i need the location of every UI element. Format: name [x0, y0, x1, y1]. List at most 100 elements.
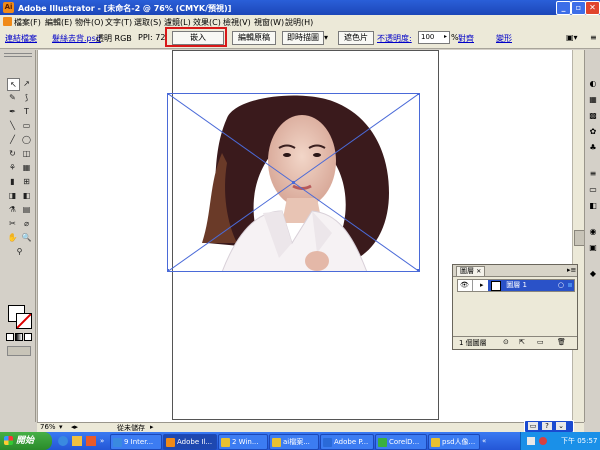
column-graph-tool-icon[interactable]: ▮ [7, 176, 18, 187]
mask-button[interactable]: 遮色片 [338, 31, 374, 45]
stroke-panel-icon[interactable]: ≡ [587, 168, 599, 180]
illustrator-menu-icon[interactable] [3, 17, 12, 26]
restore-button[interactable]: ▫ [571, 1, 586, 15]
quick-launch-ie-icon[interactable] [58, 436, 68, 446]
live-trace-button[interactable]: 即時描圖 [282, 31, 324, 45]
panel-menu-icon[interactable]: ▸≡ [567, 266, 576, 274]
menu-window[interactable]: 視窗(W) [254, 17, 284, 28]
task-illustrator[interactable]: Adobe Il... [163, 434, 217, 450]
appearance-panel-icon[interactable]: ◉ [587, 226, 599, 238]
stroke-swatch[interactable] [16, 313, 32, 329]
swatches-panel-icon[interactable]: ▩ [587, 110, 599, 122]
transform-link[interactable]: 變形 [496, 33, 512, 44]
magic-wand-tool-icon[interactable]: ✎ [7, 92, 18, 103]
slice-tool-icon[interactable]: ⌀ [21, 218, 32, 229]
clock[interactable]: 下午 05:57 [561, 436, 597, 446]
graph-tool-icon[interactable]: ▦ [21, 162, 32, 173]
start-button[interactable]: 開始 [0, 432, 52, 450]
type-tool-icon[interactable]: T [21, 106, 32, 117]
taskbar-overflow-icon[interactable]: « [482, 437, 486, 445]
align-link[interactable]: 對齊 [458, 33, 474, 44]
task-coreldraw[interactable]: CorelD... [375, 434, 427, 450]
placed-portrait-image[interactable] [167, 93, 420, 272]
pen-tool-icon[interactable]: ✒ [7, 106, 18, 117]
blend-tool-icon[interactable]: ◧ [21, 190, 32, 201]
layer-row[interactable]: 👁 ▸ 圖層 1 ○ [457, 279, 575, 292]
lang-help-icon[interactable]: ? [542, 422, 552, 430]
none-mode-icon[interactable] [24, 333, 32, 341]
live-trace-dropdown[interactable]: ▾ [324, 33, 328, 42]
opacity-dropdown-icon[interactable]: ▸ [444, 31, 450, 42]
zoom-tool-icon[interactable]: 🔍 [21, 232, 32, 243]
menu-view[interactable]: 檢視(V) [223, 17, 251, 28]
status-menu-icon[interactable]: ▸ [150, 423, 154, 431]
knife-tool-icon[interactable]: ⚲ [14, 246, 25, 257]
layer-selected-bar[interactable]: 圖層 1 ○ [488, 280, 574, 291]
antivirus-icon[interactable] [539, 437, 547, 445]
minimize-button[interactable]: _ [556, 1, 571, 15]
task-windows-explorer[interactable]: 2 Win... [218, 434, 268, 450]
file-name-link[interactable]: 髮絲去背.psd [52, 33, 101, 44]
prev-artboard-icon[interactable]: ◂▸ [71, 423, 78, 431]
line-tool-icon[interactable]: ╲ [7, 120, 18, 131]
menu-type[interactable]: 文字(T) [105, 17, 132, 28]
task-photoshop[interactable]: Adobe P... [320, 434, 374, 450]
color-panel-icon[interactable]: ◐ [587, 78, 599, 90]
zoom-level[interactable]: 76% [40, 423, 56, 431]
graphic-styles-panel-icon[interactable]: ▣ [587, 242, 599, 254]
quick-launch-folder-icon[interactable] [72, 436, 82, 446]
scissors-tool-icon[interactable]: ✂ [7, 218, 18, 229]
menu-file[interactable]: 檔案(F) [14, 17, 41, 28]
live-paint-tool-icon[interactable]: ▤ [21, 204, 32, 215]
menu-help[interactable]: 說明(H) [285, 17, 313, 28]
menu-select[interactable]: 選取(S) [134, 17, 161, 28]
target-circle-icon[interactable]: ○ [558, 280, 564, 291]
menu-object[interactable]: 物件(O) [75, 17, 104, 28]
tab-layers[interactable]: 圖層 ✕ [456, 266, 486, 277]
mesh-tool-icon[interactable]: ⊞ [21, 176, 32, 187]
lang-minimize-icon[interactable]: ▭ [528, 422, 538, 430]
close-button[interactable]: ✕ [585, 1, 600, 15]
menu-edit[interactable]: 編輯(E) [45, 17, 72, 28]
visibility-eye-icon[interactable]: 👁 [460, 281, 469, 289]
toolbox-grip[interactable] [4, 53, 32, 57]
task-psd-portrait[interactable]: psd人像... [428, 434, 480, 450]
quick-launch-more-icon[interactable]: » [100, 437, 104, 445]
expand-triangle-icon[interactable]: ▸ [480, 281, 484, 289]
scale-tool-icon[interactable]: ◫ [21, 148, 32, 159]
layers-panel-icon[interactable]: ◆ [587, 268, 599, 280]
rotate-tool-icon[interactable]: ↻ [7, 148, 18, 159]
symbol-sprayer-tool-icon[interactable]: ⚘ [7, 162, 18, 173]
new-layer-icon[interactable]: ▭ [537, 338, 544, 346]
lasso-tool-icon[interactable]: ⟆ [21, 92, 32, 103]
task-ai-files[interactable]: ai檔案... [269, 434, 319, 450]
selection-tool-icon[interactable]: ↖ [7, 78, 20, 91]
task-internet[interactable]: 9 Inter... [110, 434, 162, 450]
direct-selection-tool-icon[interactable]: ↗ [21, 78, 32, 89]
gradient-tool-icon[interactable]: ◨ [7, 190, 18, 201]
panel-menu-icon[interactable]: ≡ [590, 33, 597, 42]
opacity-label[interactable]: 不透明度: [377, 33, 412, 44]
lang-options-icon[interactable]: ⌄ [556, 422, 566, 430]
network-icon[interactable] [527, 437, 535, 445]
gradient-panel-icon[interactable]: ▭ [587, 184, 599, 196]
panel-toggle-icon[interactable]: ▣▾ [566, 33, 578, 42]
brushes-panel-icon[interactable]: ✿ [587, 126, 599, 138]
screen-mode-icon[interactable] [7, 346, 31, 356]
quick-launch-media-icon[interactable] [86, 436, 96, 446]
edit-original-button[interactable]: 編輯原稿 [232, 31, 276, 45]
zoom-dropdown-icon[interactable]: ▾ [59, 423, 63, 431]
gradient-mode-icon[interactable] [15, 333, 23, 341]
color-mode-icon[interactable] [6, 333, 14, 341]
new-sublayer-icon[interactable]: ⇱ [519, 338, 525, 346]
symbols-panel-icon[interactable]: ♣ [587, 142, 599, 154]
transparency-panel-icon[interactable]: ◧ [587, 200, 599, 212]
hand-tool-icon[interactable]: ✋ [7, 232, 18, 243]
layers-panel-header[interactable]: 圖層 ✕ ▸≡ [453, 265, 577, 277]
paintbrush-tool-icon[interactable]: ╱ [7, 134, 18, 145]
color-guide-icon[interactable]: ▦ [587, 94, 599, 106]
delete-layer-icon[interactable]: 🗑 [557, 338, 566, 346]
ellipse-tool-icon[interactable]: ◯ [21, 134, 32, 145]
make-clipping-mask-icon[interactable]: ⊙ [503, 338, 509, 346]
rectangle-tool-icon[interactable]: ▭ [21, 120, 32, 131]
